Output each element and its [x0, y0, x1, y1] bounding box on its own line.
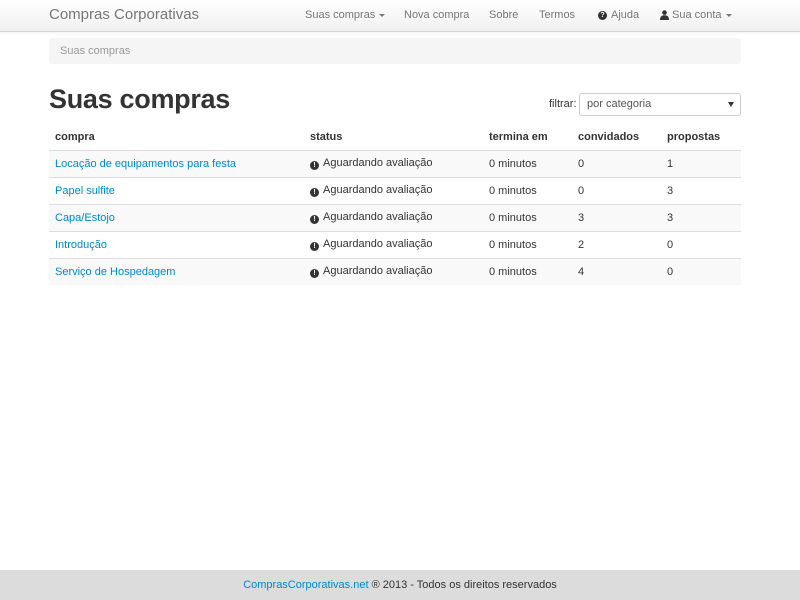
cell-propostas: 1 [661, 150, 741, 177]
header-status: status [304, 124, 483, 151]
cell-termina: 0 minutos [483, 150, 572, 177]
header-convidados: convidados [572, 124, 661, 151]
exclamation-circle-icon: ! [310, 188, 319, 197]
breadcrumb: Suas compras [49, 38, 741, 64]
nav-ajuda[interactable]: ? Ajuda [598, 9, 639, 21]
question-circle-icon: ? [598, 10, 607, 20]
purchase-link[interactable]: Locação de equipamentos para festa [55, 158, 236, 170]
purchases-table: compra status termina em convidados prop… [49, 124, 741, 285]
cell-compra: Serviço de Hospedagem [49, 257, 304, 285]
purchase-link[interactable]: Introdução [55, 239, 107, 251]
header-compra: compra [49, 124, 304, 151]
select-arrow-icon [728, 102, 734, 107]
cell-convidados: 2 [572, 230, 661, 258]
purchase-link[interactable]: Papel sulfite [55, 185, 115, 197]
table-row: Introdução ! Aguardando avaliação 0 minut… [49, 230, 741, 258]
status-text: Aguardando avaliação [323, 157, 433, 169]
cell-status: ! Aguardando avaliação [304, 203, 483, 231]
nav-sua-conta-dropdown[interactable]: Sua conta [660, 9, 732, 21]
user-icon [660, 10, 669, 20]
cell-termina: 0 minutos [483, 176, 572, 204]
cell-status: ! Aguardando avaliação [304, 150, 483, 177]
caret-down-icon [725, 13, 732, 17]
navbar: Compras Corporativas Suas compras Nova c… [0, 0, 800, 32]
header-termina-em: termina em [483, 124, 572, 151]
filter-selected-value: por categoria [587, 98, 652, 110]
nav-suas-compras-label: Suas compras [305, 9, 376, 21]
cell-compra: Locação de equipamentos para festa [49, 150, 304, 177]
exclamation-circle-icon: ! [310, 161, 319, 170]
cell-convidados: 3 [572, 203, 661, 231]
category-filter-select[interactable]: por categoria [579, 93, 741, 116]
cell-status: ! Aguardando avaliação [304, 176, 483, 204]
nav-suas-compras-dropdown[interactable]: Suas compras [305, 9, 386, 21]
status-text: Aguardando avaliação [323, 265, 433, 278]
nav-sobre[interactable]: Sobre [489, 9, 518, 21]
cell-termina: 0 minutos [483, 230, 572, 258]
brand-link[interactable]: Compras Corporativas [49, 6, 199, 23]
status-text: Aguardando avaliação [323, 238, 433, 250]
caret-down-icon [379, 13, 386, 17]
purchase-link[interactable]: Capa/Estojo [55, 212, 115, 224]
cell-status: ! Aguardando avaliação [304, 257, 483, 285]
cell-propostas: 3 [661, 203, 741, 231]
table-row: Papel sulfite ! Aguardando avaliação 0 mi… [49, 176, 741, 204]
nav-nova-compra[interactable]: Nova compra [404, 9, 469, 21]
exclamation-circle-icon: ! [310, 215, 319, 224]
footer-copyright: ® 2013 - Todos os direitos reservados [368, 579, 557, 591]
header-propostas: propostas [661, 124, 741, 151]
cell-propostas: 3 [661, 176, 741, 204]
status-text: Aguardando avaliação [323, 211, 433, 223]
footer-site-link[interactable]: ComprasCorporativas.net [243, 579, 368, 591]
cell-propostas: 0 [661, 257, 741, 285]
status-text: Aguardando avaliação [323, 184, 433, 196]
table-row: Locação de equipamentos para festa ! Agua… [49, 150, 741, 177]
table-header-row: compra status termina em convidados prop… [49, 124, 741, 151]
table-row: Serviço de Hospedagem ! Aguardando avalia… [49, 257, 741, 285]
cell-compra: Papel sulfite [49, 176, 304, 204]
nav-sua-conta-label: Sua conta [672, 9, 722, 21]
cell-convidados: 0 [572, 176, 661, 204]
exclamation-circle-icon: ! [310, 269, 319, 279]
footer: ComprasCorporativas.net ® 2013 - Todos o… [0, 570, 800, 600]
cell-convidados: 0 [572, 150, 661, 177]
table-row: Capa/Estojo ! Aguardando avaliação 0 minu… [49, 203, 741, 231]
cell-termina: 0 minutos [483, 203, 572, 231]
cell-compra: Capa/Estojo [49, 203, 304, 231]
cell-compra: Introdução [49, 230, 304, 258]
cell-status: ! Aguardando avaliação [304, 230, 483, 258]
breadcrumb-item-active: Suas compras [60, 45, 131, 57]
cell-convidados: 4 [572, 257, 661, 285]
cell-termina: 0 minutos [483, 257, 572, 285]
cell-propostas: 0 [661, 230, 741, 258]
exclamation-circle-icon: ! [310, 242, 319, 251]
nav-ajuda-label: Ajuda [611, 9, 640, 21]
filter-label: filtrar: [549, 98, 577, 110]
purchase-link[interactable]: Serviço de Hospedagem [55, 266, 175, 278]
page-title: Suas compras [49, 84, 230, 114]
nav-termos[interactable]: Termos [539, 9, 575, 21]
